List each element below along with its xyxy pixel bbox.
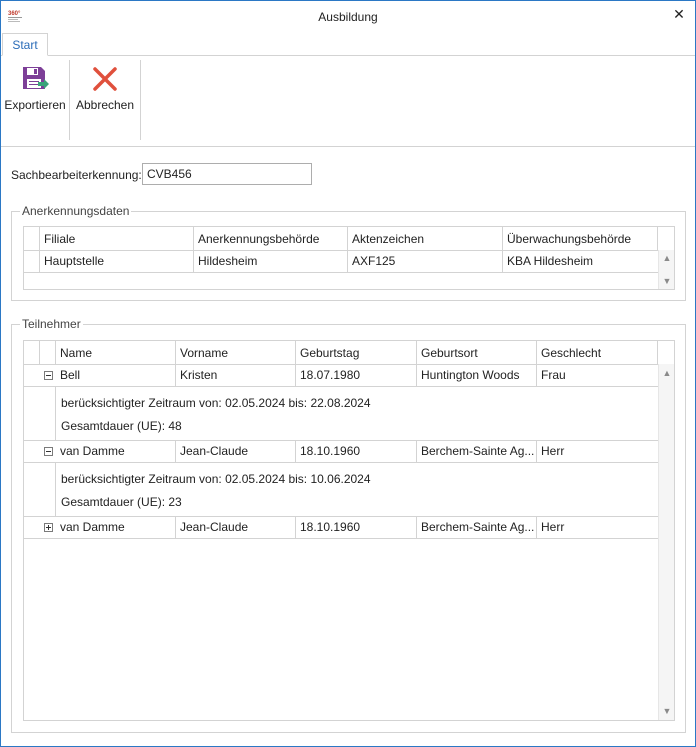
table-cell[interactable]: 18.07.1980 [296,365,417,387]
grid-line [536,364,537,387]
grid-line [24,538,658,539]
table-cell[interactable]: van Damme [56,441,176,463]
grid-line [39,341,40,364]
grid-line [536,516,537,539]
table-cell[interactable]: AXF125 [348,251,503,273]
table-cell[interactable]: Herr [537,441,658,463]
table-cell[interactable]: van Damme [56,517,176,539]
column-header-ueberwachungsbehoerde[interactable]: Überwachungsbehörde [503,229,658,251]
cancel-button-label: Abbrechen [75,98,135,112]
table-cell[interactable]: KBA Hildesheim [503,251,658,273]
detail-gesamtdauer: Gesamtdauer (UE): 48 [61,419,182,433]
grid-line [416,364,417,387]
table-cell[interactable]: 18.10.1960 [296,441,417,463]
grid-line [416,440,417,463]
close-button[interactable]: ✕ [669,5,689,23]
ribbon-separator [69,60,70,140]
column-header-name[interactable]: Name [56,343,176,365]
grid-line [193,227,194,273]
detail-zeitraum: berücksichtigter Zeitraum von: 02.05.202… [61,396,371,410]
window-title: Ausbildung [318,10,378,24]
scroll-down-icon[interactable]: ▼ [659,275,674,287]
grid-line [416,341,417,364]
grid-line [416,516,417,539]
vertical-scrollbar[interactable]: ▲ ▼ [658,250,674,289]
table-cell[interactable]: Kristen [176,365,296,387]
column-header-filiale[interactable]: Filiale [40,229,194,251]
grid-line [536,341,537,364]
expand-icon[interactable] [44,523,53,532]
column-header-anerkennungsbehoerde[interactable]: Anerkennungsbehörde [194,229,348,251]
grid-line [536,440,537,463]
ribbon-separator [140,60,141,140]
table-cell[interactable]: Huntington Woods [417,365,537,387]
teilnehmer-title: Teilnehmer [20,317,83,331]
detail-zeitraum: berücksichtigter Zeitraum von: 02.05.202… [61,472,371,486]
anerkennungsdaten-grid: Filiale Anerkennungsbehörde Aktenzeichen… [23,226,675,290]
table-cell[interactable]: Berchem-Sainte Ag... [417,517,537,539]
collapse-icon[interactable] [44,447,53,456]
vertical-scrollbar[interactable]: ▲ ▼ [658,364,674,720]
grid-line [39,227,40,273]
export-button-label: Exportieren [4,98,66,112]
grid-line [175,364,176,387]
table-cell[interactable]: Jean-Claude [176,441,296,463]
dialog-window: 360° Ausbildung ✕ Start Exportieren Abbr… [0,0,696,747]
anerkennungsdaten-title: Anerkennungsdaten [20,204,132,218]
column-header-geburtsort[interactable]: Geburtsort [417,343,537,365]
scroll-up-icon[interactable]: ▲ [659,367,674,379]
title-bar: 360° Ausbildung ✕ [1,1,695,33]
grid-line [175,516,176,539]
table-cell[interactable]: Berchem-Sainte Ag... [417,441,537,463]
grid-line [24,462,658,463]
ribbon: Exportieren Abbrechen [1,56,695,147]
grid-line [55,341,56,364]
grid-line [347,227,348,273]
grid-line [24,386,658,387]
column-header-aktenzeichen[interactable]: Aktenzeichen [348,229,503,251]
grid-line [657,341,658,364]
column-header-vorname[interactable]: Vorname [176,343,296,365]
cancel-button[interactable]: Abbrechen [73,60,137,142]
grid-line [55,387,56,440]
column-header-geburtstag[interactable]: Geburtstag [296,343,417,365]
scroll-up-icon[interactable]: ▲ [659,252,674,264]
export-button[interactable]: Exportieren [3,60,67,142]
grid-line [295,516,296,539]
table-cell[interactable]: Frau [537,365,658,387]
tab-start[interactable]: Start [2,33,48,56]
table-cell[interactable]: Hauptstelle [40,251,194,273]
scroll-down-icon[interactable]: ▼ [659,705,674,717]
collapse-icon[interactable] [44,371,53,380]
grid-line [55,463,56,516]
grid-line [175,440,176,463]
ribbon-tabstrip: Start [1,33,695,56]
table-cell[interactable]: Herr [537,517,658,539]
table-cell[interactable]: 18.10.1960 [296,517,417,539]
grid-line [175,341,176,364]
grid-line [295,440,296,463]
sachbearbeiter-label: Sachbearbeiterkennung: [11,168,142,182]
grid-line [502,227,503,273]
grid-line [295,364,296,387]
grid-line [657,227,658,250]
teilnehmer-grid: Name Vorname Geburtstag Geburtsort Gesch… [23,340,675,721]
grid-line [295,341,296,364]
save-icon [23,67,49,89]
column-header-geschlecht[interactable]: Geschlecht [537,343,658,365]
sachbearbeiter-input[interactable] [142,163,312,185]
cancel-icon [93,67,117,91]
detail-gesamtdauer: Gesamtdauer (UE): 23 [61,495,182,509]
grid-line [24,272,658,273]
table-cell[interactable]: Jean-Claude [176,517,296,539]
table-cell[interactable]: Bell [56,365,176,387]
table-cell[interactable]: Hildesheim [194,251,348,273]
